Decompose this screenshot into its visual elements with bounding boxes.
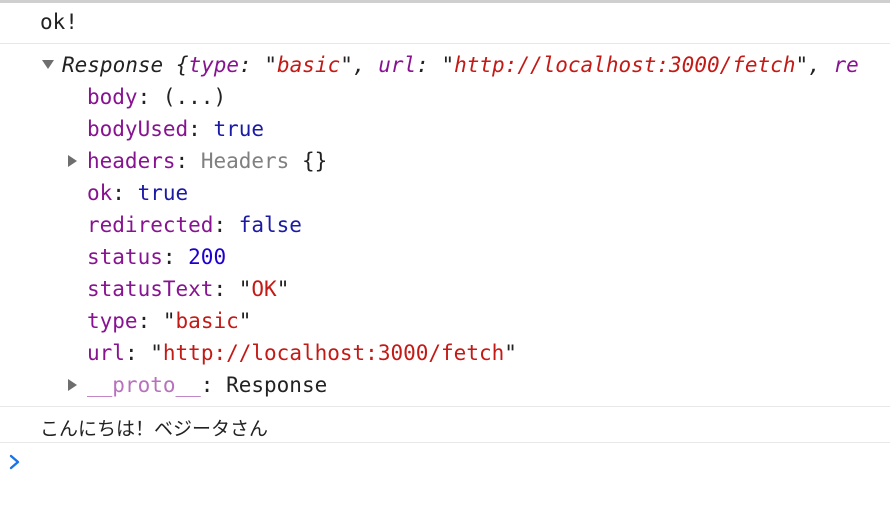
prop-value: Response: [226, 373, 328, 397]
response-summary[interactable]: Response {type: "basic", url: "http://lo…: [62, 50, 859, 80]
prop-key: headers: [87, 149, 176, 173]
chevron-right-icon[interactable]: [8, 452, 22, 472]
prop-key: bodyUsed: [87, 117, 189, 141]
console-message: ok!: [0, 3, 890, 44]
prop-value: Headers: [200, 149, 290, 173]
console-panel: ok! Response {type: "basic", url: "http:…: [0, 3, 890, 443]
prop-value: 200: [188, 245, 227, 269]
summary-brace: {: [175, 53, 189, 77]
prop-braces: {}: [301, 149, 328, 173]
prop-key: redirected: [87, 213, 214, 237]
prop-bodyUsed: bodyUsed: true: [87, 117, 265, 141]
summary-type-value: basic: [277, 53, 341, 77]
prop-url: url: "http://localhost:3000/fetch": [87, 341, 517, 365]
prop-status: status: 200: [87, 245, 227, 269]
prop-proto[interactable]: __proto__: Response: [87, 370, 327, 400]
prop-value[interactable]: http://localhost:3000/fetch: [163, 341, 504, 365]
prop-key: url: [87, 341, 125, 365]
prop-value: (...): [162, 85, 227, 109]
prop-value: true: [137, 181, 189, 205]
summary-truncated: re: [833, 53, 859, 77]
response-label: Response: [62, 53, 164, 77]
prop-value: OK: [251, 277, 277, 301]
prop-key: status: [87, 245, 163, 269]
triangle-right-icon[interactable]: [68, 379, 77, 391]
prop-type: type: "basic": [87, 309, 252, 333]
prop-value: basic: [175, 309, 239, 333]
console-object-message: Response {type: "basic", url: "http://lo…: [0, 44, 890, 407]
prop-key: body: [87, 85, 138, 109]
prop-statusText: statusText: "OK": [87, 277, 290, 301]
prop-redirected: redirected: false: [87, 213, 302, 237]
prop-key: type: [87, 309, 138, 333]
console-message-text: ok!: [40, 10, 78, 34]
prop-ok: ok: true: [87, 181, 189, 205]
triangle-down-icon[interactable]: [42, 60, 54, 69]
summary-url-value: http://localhost:3000/fetch: [454, 53, 796, 77]
prop-headers[interactable]: headers: Headers {}: [87, 146, 327, 176]
summary-url-key: url: [378, 53, 417, 77]
prop-body[interactable]: body: (...): [87, 82, 226, 112]
prop-key: ok: [87, 181, 113, 205]
prop-value: true: [213, 117, 265, 141]
prop-value: false: [238, 213, 302, 237]
prop-key: statusText: [87, 277, 214, 301]
triangle-right-icon[interactable]: [68, 155, 77, 167]
summary-type-key: type: [188, 53, 240, 77]
prop-key: __proto__: [87, 373, 201, 397]
console-message: こんにちは！ベジータさん: [0, 407, 890, 443]
console-message-text: こんにちは！ベジータさん: [40, 418, 269, 440]
